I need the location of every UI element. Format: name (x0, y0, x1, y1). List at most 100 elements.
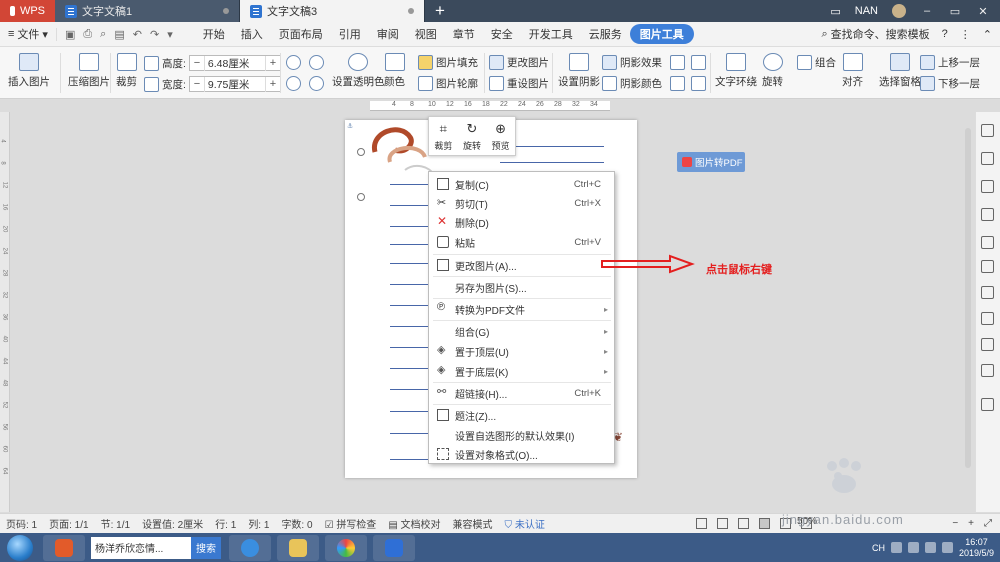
menu-item-caption[interactable]: 题注(Z)... (429, 405, 614, 425)
menu-item-hyperlink[interactable]: ⚯ 超链接(H)... Ctrl+K (429, 383, 614, 403)
redo-icon[interactable]: ↷ (150, 28, 159, 41)
height-stepper[interactable]: − 6.48厘米 + (188, 55, 281, 71)
brightness-down-icon[interactable] (286, 76, 301, 91)
menu-page-layout[interactable]: 页面布局 (271, 26, 331, 42)
export-icon[interactable]: ▤ (114, 28, 124, 41)
width-stepper[interactable]: − 9.75厘米 + (188, 76, 281, 92)
vertical-scrollbar[interactable] (963, 112, 973, 512)
selection-pane-button[interactable]: 选择窗格 (879, 53, 921, 89)
spellcheck-button[interactable]: ☑ 拼写检查 (319, 516, 383, 531)
shapes-icon[interactable] (981, 180, 994, 193)
settings-icon[interactable]: ⋮ (960, 28, 971, 41)
width-increase-button[interactable]: + (266, 78, 280, 90)
file-menu[interactable]: ≡ 文件 ▾ (0, 26, 56, 42)
text-wrap-button[interactable]: 文字环绕 (715, 53, 757, 89)
width-decrease-button[interactable]: − (190, 78, 204, 90)
menu-item-convert-pdf[interactable]: ℗ 转换为PDF文件 ▸ (429, 299, 614, 319)
nudge-up-icon[interactable] (670, 55, 685, 70)
vertical-ruler[interactable]: 4 8 12 16 20 24 28 32 36 40 44 48 52 56 … (0, 112, 10, 512)
maximize-icon[interactable]: ▭ (948, 5, 962, 18)
avatar[interactable] (892, 4, 906, 18)
taskbar-app-browser[interactable] (325, 534, 367, 561)
command-search[interactable]: ⌕ 查找命令、搜索模板 (821, 26, 929, 42)
more-icon[interactable]: ▾ (167, 28, 173, 41)
menu-item-delete[interactable]: ✕ 删除(D) (429, 212, 614, 232)
nudge-right-icon[interactable] (691, 76, 706, 91)
compress-picture-button[interactable]: 压缩图片 (68, 53, 110, 89)
print-preview-icon[interactable]: ⌕ (100, 28, 106, 41)
help-button[interactable]: ? (942, 28, 948, 40)
menu-developer[interactable]: 开发工具 (521, 26, 581, 42)
proofread-button[interactable]: ▤ 文档校对 (382, 516, 446, 531)
tab-document-1[interactable]: 文字文稿1 (55, 0, 240, 22)
status-row[interactable]: 行: 1 (209, 516, 242, 531)
scrollbar-thumb[interactable] (965, 128, 971, 468)
tab-document-3[interactable]: 文字文稿3 (240, 0, 425, 22)
shadow-color-button[interactable]: 阴影颜色 (602, 76, 662, 91)
menu-insert[interactable]: 插入 (233, 26, 271, 42)
fit-icon[interactable]: ⤢ (984, 518, 992, 529)
menu-item-save-as-picture[interactable]: 另存为图片(S)... (429, 277, 614, 297)
height-increase-button[interactable]: + (266, 57, 280, 69)
wps-app-tab[interactable]: WPS (0, 0, 55, 22)
menu-item-change-picture[interactable]: 更改图片(A)... (429, 255, 614, 275)
cursor-icon[interactable] (981, 152, 994, 165)
taskbar-app-ie[interactable] (229, 534, 271, 561)
set-shadow-button[interactable]: 设置阴影 (558, 53, 600, 89)
menu-item-format-object[interactable]: 设置对象格式(O)... (429, 444, 614, 464)
taskbar-search-input[interactable]: 杨洋乔欣恋情... (91, 536, 191, 559)
menu-item-group[interactable]: 组合(G) ▸ (429, 321, 614, 341)
align-button[interactable]: 对齐 (842, 53, 863, 89)
height-input[interactable]: 6.48厘米 (203, 55, 266, 71)
certification-status[interactable]: ⛉ 未认证 (499, 516, 551, 531)
menu-view[interactable]: 视图 (407, 26, 445, 42)
nudge-left-icon[interactable] (691, 55, 706, 70)
taskbar-app-game[interactable] (43, 534, 85, 561)
share-icon[interactable] (981, 286, 994, 299)
float-preview-button[interactable]: ⊕ 预览 (492, 121, 510, 152)
menu-home[interactable]: 开始 (195, 26, 233, 42)
shadow-effect-button[interactable]: 阴影效果 (602, 55, 662, 70)
tray-network-icon[interactable] (924, 542, 936, 553)
undo-icon[interactable]: ↶ (133, 28, 142, 41)
picture-fill-button[interactable]: 图片填充 (418, 55, 478, 70)
status-setting-value[interactable]: 设置值: 2厘米 (136, 516, 209, 531)
collapse-ribbon-icon[interactable]: ⌃ (983, 28, 992, 41)
resize-handle[interactable] (357, 148, 365, 156)
start-button[interactable] (7, 534, 33, 561)
menu-chapter[interactable]: 章节 (445, 26, 483, 42)
contrast-down-icon[interactable] (309, 76, 324, 91)
menu-item-send-to-back[interactable]: ◈ 置于底层(K) ▸ (429, 361, 614, 381)
window-mode-icon[interactable]: ▭ (830, 5, 840, 18)
rotate-button[interactable]: 旋转 (762, 53, 783, 89)
reset-picture-button[interactable]: 重设图片 (489, 76, 549, 91)
save-icon[interactable]: ▣ (65, 28, 75, 41)
status-pages[interactable]: 页面: 1/1 (43, 516, 94, 531)
tray-cloud-icon[interactable] (890, 542, 902, 553)
nudge-down-icon[interactable] (670, 76, 685, 91)
contrast-up-icon[interactable] (309, 55, 324, 70)
crop-button[interactable]: 裁剪 (116, 53, 137, 89)
menu-security[interactable]: 安全 (483, 26, 521, 42)
horizontal-ruler[interactable]: 4 8 10 12 16 18 22 24 26 28 32 34 (370, 101, 610, 111)
status-section[interactable]: 节: 1/1 (95, 516, 136, 531)
status-column[interactable]: 列: 1 (242, 516, 275, 531)
picture-outline-button[interactable]: 图片轮廓 (418, 76, 478, 91)
menu-references[interactable]: 引用 (331, 26, 369, 42)
close-icon[interactable]: ✕ (976, 5, 990, 18)
history-icon[interactable] (981, 338, 994, 351)
selected-picture[interactable] (365, 122, 435, 177)
height-decrease-button[interactable]: − (190, 57, 204, 69)
status-page-number[interactable]: 页码: 1 (0, 516, 43, 531)
tray-volume-icon[interactable] (941, 542, 953, 553)
reading-mode-icon[interactable] (717, 518, 729, 529)
more-options-icon[interactable] (981, 398, 994, 411)
menu-cloud[interactable]: 云服务 (581, 26, 630, 42)
adjust-icon[interactable] (981, 208, 994, 221)
language-indicator[interactable]: CH (872, 543, 885, 553)
menu-item-cut[interactable]: ✂ 剪切(T) Ctrl+X (429, 193, 614, 213)
send-backward-button[interactable]: 下移一层 (920, 76, 980, 91)
pen-icon[interactable] (981, 124, 994, 137)
fullscreen-icon[interactable] (696, 518, 708, 529)
new-tab-button[interactable]: + (425, 0, 455, 22)
